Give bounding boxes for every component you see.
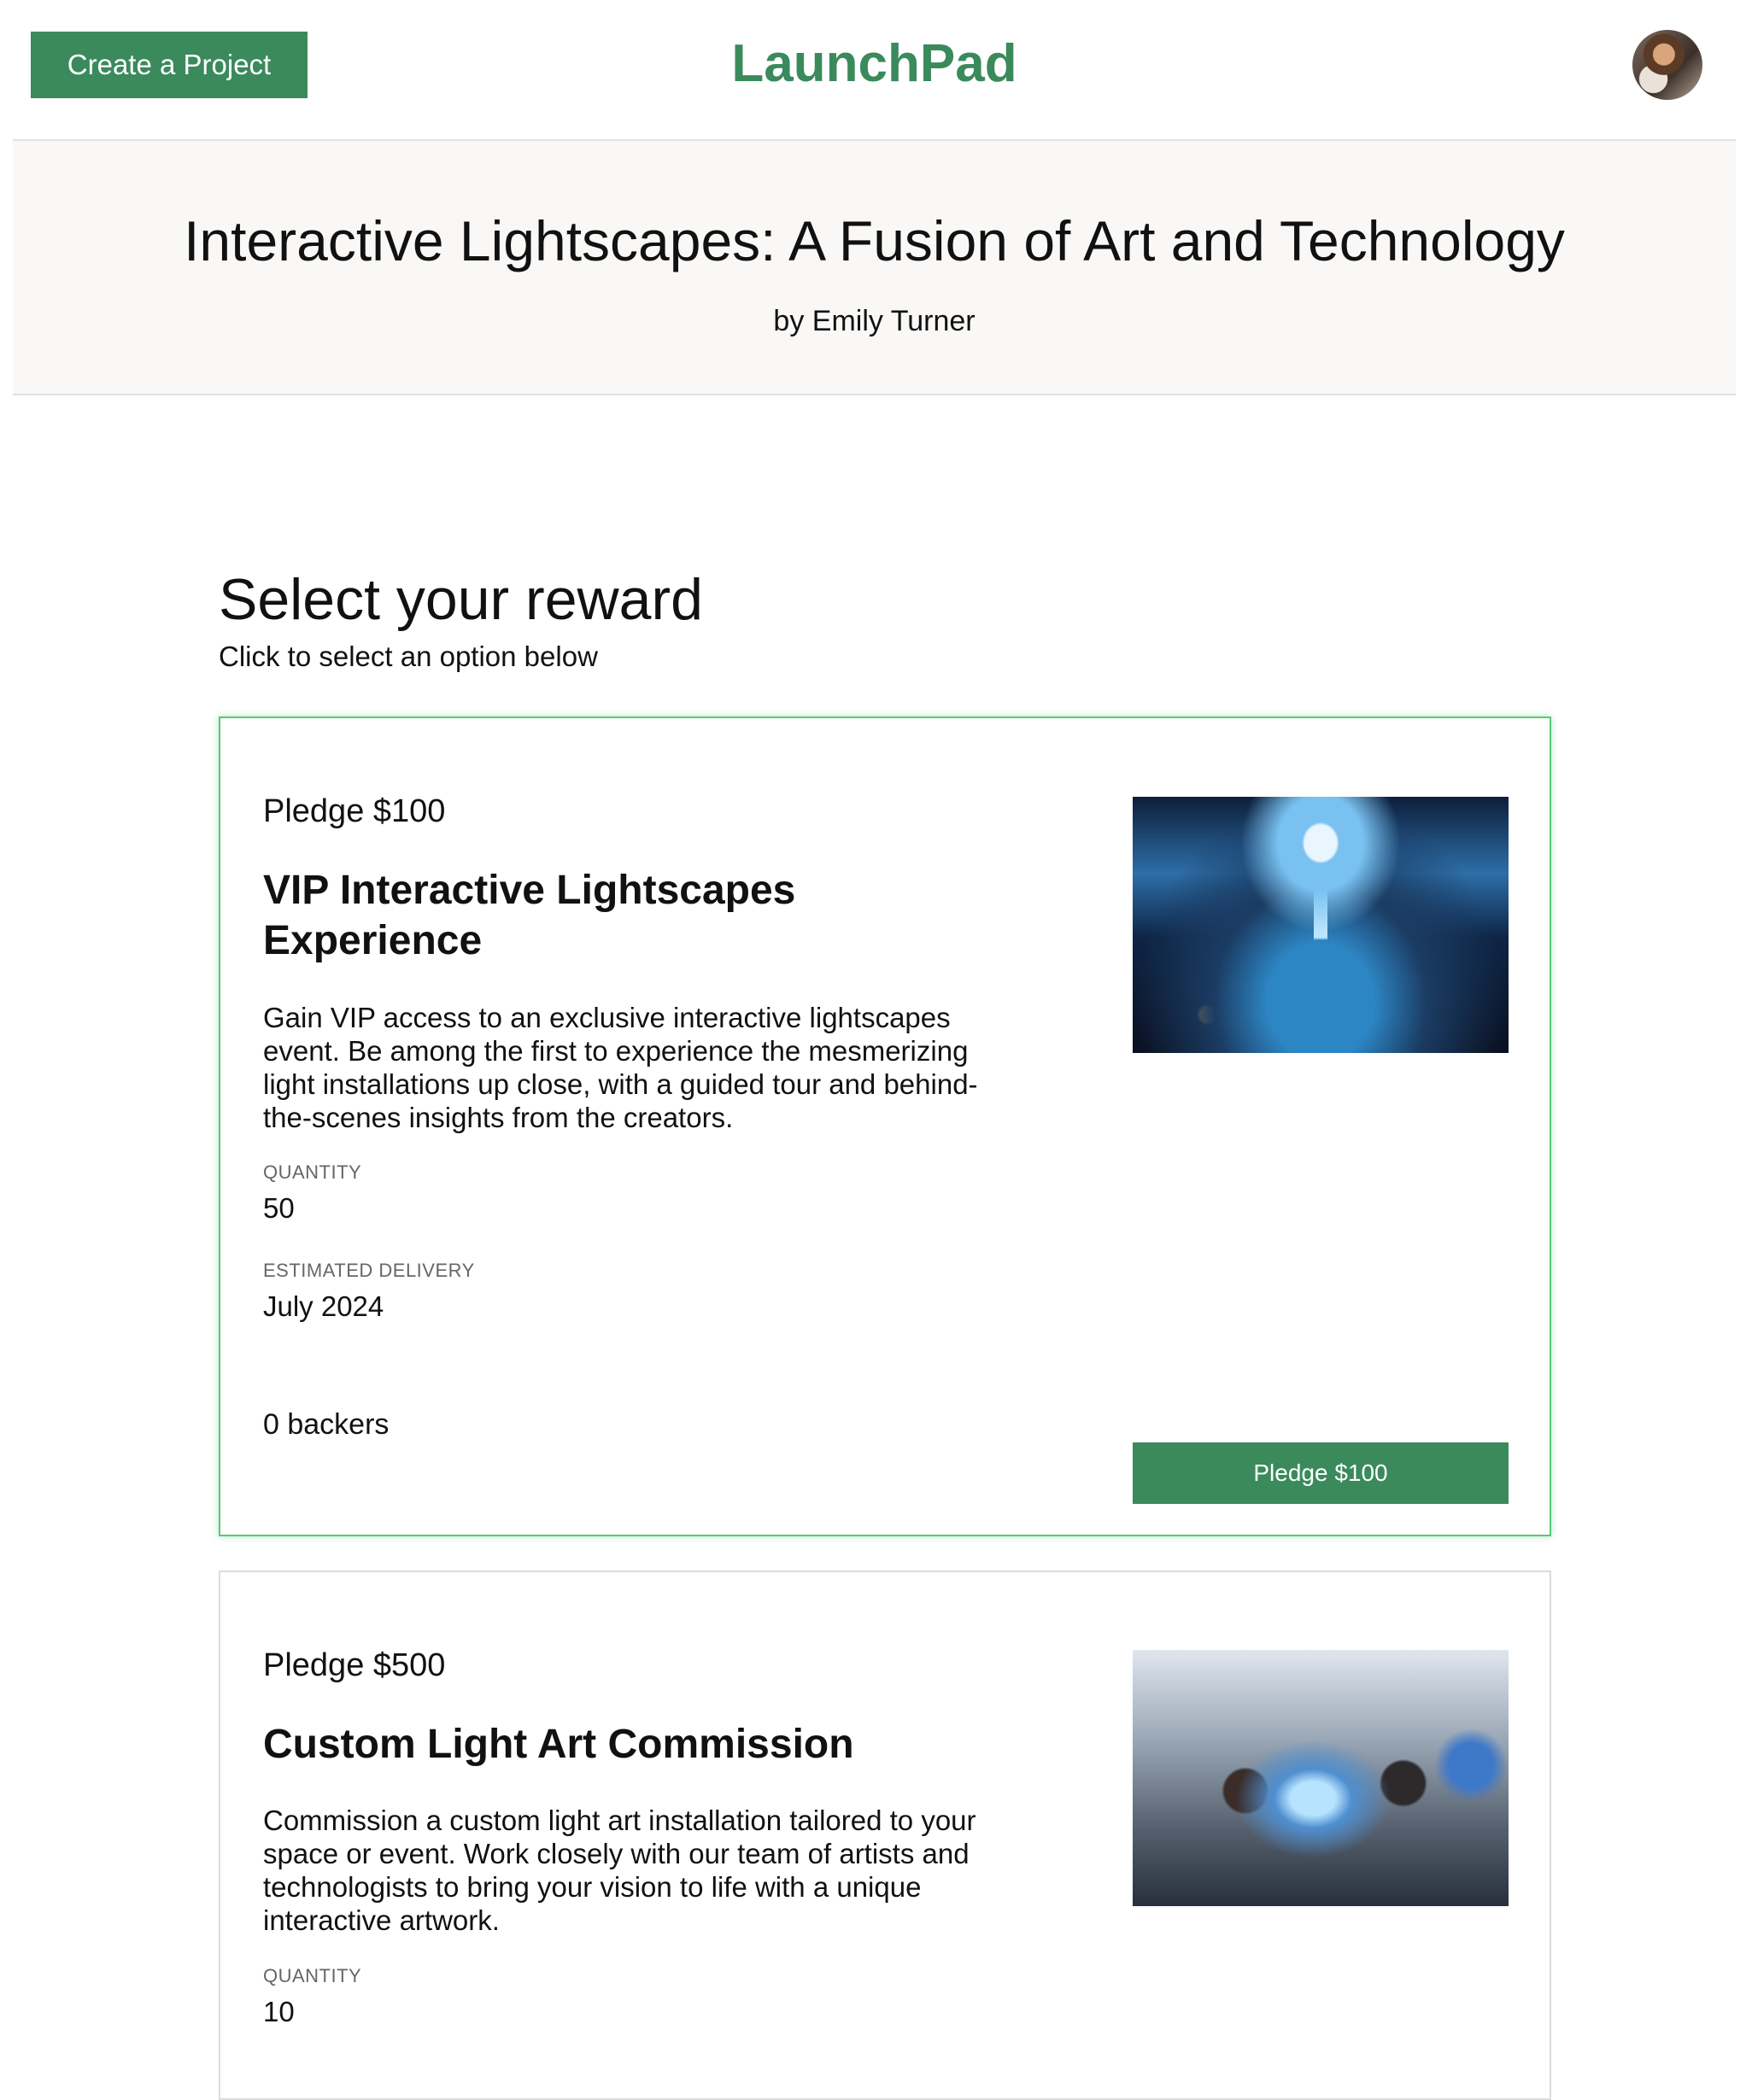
pledge-button[interactable]: Pledge $100 (1133, 1442, 1509, 1504)
reward-pledge-amount: Pledge $100 (263, 793, 446, 829)
quantity-label: QUANTITY (263, 1161, 362, 1183)
reward-image (1133, 797, 1509, 1053)
reward-card-commission[interactable]: Pledge $500 Custom Light Art Commission … (219, 1571, 1551, 2100)
quantity-value: 10 (263, 1996, 295, 2027)
quantity-label: QUANTITY (263, 1965, 362, 1986)
delivery-label: ESTIMATED DELIVERY (263, 1260, 475, 1281)
project-hero: Interactive Lightscapes: A Fusion of Art… (13, 141, 1736, 395)
reward-title: VIP Interactive Lightscapes Experience (263, 868, 796, 964)
user-avatar[interactable] (1632, 30, 1702, 100)
reward-card-vip[interactable]: Pledge $100 VIP Interactive Lightscapes … (219, 717, 1551, 1536)
reward-title: Custom Light Art Commission (263, 1722, 854, 1767)
reward-pledge-amount: Pledge $500 (263, 1647, 446, 1683)
reward-description: Commission a custom light art installati… (263, 1805, 976, 1936)
backers-count: 0 backers (263, 1408, 390, 1441)
brand-logo[interactable]: LaunchPad (13, 38, 1736, 91)
reward-description: Gain VIP access to an exclusive interact… (263, 1002, 978, 1133)
delivery-value: July 2024 (263, 1290, 384, 1322)
reward-image (1133, 1650, 1509, 1906)
rewards-subheading: Click to select an option below (219, 641, 598, 672)
project-author: by Emily Turner (773, 305, 976, 337)
quantity-value: 50 (263, 1192, 295, 1224)
project-title: Interactive Lightscapes: A Fusion of Art… (184, 209, 1565, 272)
rewards-heading: Select your reward (219, 567, 703, 632)
top-nav: Create a Project LaunchPad (13, 0, 1736, 141)
